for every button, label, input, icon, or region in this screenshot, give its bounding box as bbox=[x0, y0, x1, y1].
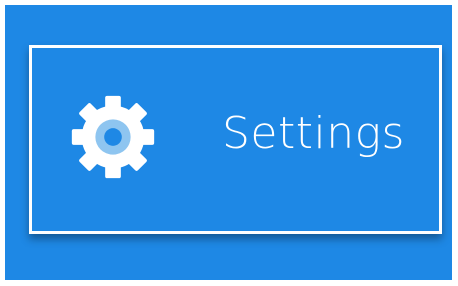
settings-label: Settings bbox=[222, 108, 405, 159]
gear-icon bbox=[64, 88, 162, 186]
settings-button[interactable]: Settings bbox=[29, 45, 442, 234]
screenshot-frame: Settings bbox=[0, 0, 458, 286]
settings-panel: Settings bbox=[5, 5, 452, 280]
